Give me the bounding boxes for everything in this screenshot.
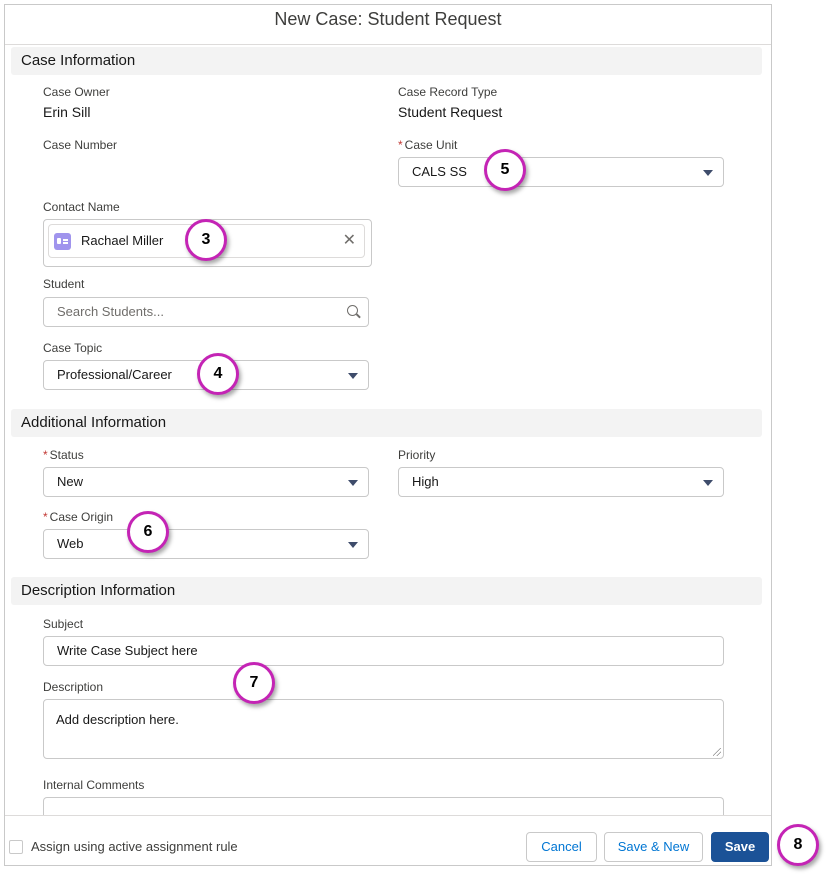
priority-select[interactable]: High bbox=[398, 467, 724, 497]
required-marker: * bbox=[43, 448, 48, 462]
status-label: * Status bbox=[43, 448, 84, 462]
contact-card-icon bbox=[54, 233, 71, 250]
student-search-placeholder: Search Students... bbox=[57, 304, 164, 319]
save-new-button[interactable]: Save & New bbox=[604, 832, 703, 862]
assign-rule-label: Assign using active assignment rule bbox=[31, 839, 238, 854]
case-unit-value: CALS SS bbox=[412, 164, 467, 179]
callout-badge-6: 6 bbox=[127, 511, 169, 553]
case-origin-select[interactable]: Web bbox=[43, 529, 369, 559]
required-marker: * bbox=[43, 510, 48, 524]
status-value: New bbox=[57, 474, 84, 489]
modal-title: New Case: Student Request bbox=[5, 5, 771, 45]
case-origin-label-text: Case Origin bbox=[49, 510, 114, 524]
case-origin-value: Web bbox=[57, 536, 84, 551]
close-icon[interactable]: ✕ bbox=[343, 225, 356, 257]
chevron-down-icon bbox=[348, 542, 358, 548]
student-search-input[interactable]: Search Students... bbox=[43, 297, 369, 327]
status-label-text: Status bbox=[49, 448, 84, 462]
priority-label: Priority bbox=[398, 448, 436, 462]
callout-badge-4: 4 bbox=[197, 353, 239, 395]
case-topic-value: Professional/Career bbox=[57, 367, 172, 382]
case-origin-label: * Case Origin bbox=[43, 510, 113, 524]
subject-value: Write Case Subject here bbox=[57, 643, 198, 658]
description-value: Add description here. bbox=[56, 712, 179, 727]
search-icon bbox=[347, 305, 358, 316]
case-topic-label: Case Topic bbox=[43, 341, 103, 355]
case-number-label: Case Number bbox=[43, 138, 118, 152]
priority-value: High bbox=[412, 474, 439, 489]
case-record-type-label: Case Record Type bbox=[398, 85, 498, 99]
modal-footer: Assign using active assignment rule Canc… bbox=[5, 815, 771, 865]
contact-name-label: Contact Name bbox=[43, 200, 120, 214]
section-description-information[interactable]: Description Information bbox=[11, 577, 762, 605]
required-marker: * bbox=[398, 138, 403, 152]
internal-comments-label: Internal Comments bbox=[43, 778, 145, 792]
case-unit-label-text: Case Unit bbox=[404, 138, 458, 152]
subject-label: Subject bbox=[43, 617, 84, 631]
section-additional-information[interactable]: Additional Information bbox=[11, 409, 762, 437]
callout-badge-3: 3 bbox=[185, 219, 227, 261]
callout-badge-8: 8 bbox=[777, 824, 819, 866]
chevron-down-icon bbox=[348, 373, 358, 379]
assign-rule-checkbox[interactable] bbox=[9, 840, 23, 854]
chevron-down-icon bbox=[703, 170, 713, 176]
case-unit-label: * Case Unit bbox=[398, 138, 457, 152]
case-owner-label: Case Owner bbox=[43, 85, 110, 99]
new-case-modal: New Case: Student Request Case Informati… bbox=[4, 4, 772, 866]
case-owner-value: Erin Sill bbox=[43, 104, 91, 120]
callout-badge-5: 5 bbox=[484, 149, 526, 191]
subject-input[interactable]: Write Case Subject here bbox=[43, 636, 724, 666]
case-unit-select[interactable]: CALS SS bbox=[398, 157, 724, 187]
description-label: Description bbox=[43, 680, 104, 694]
chevron-down-icon bbox=[348, 480, 358, 486]
case-record-type-value: Student Request bbox=[398, 104, 503, 120]
cancel-button[interactable]: Cancel bbox=[526, 832, 597, 862]
resize-handle-icon[interactable] bbox=[713, 748, 721, 756]
status-select[interactable]: New bbox=[43, 467, 369, 497]
contact-name-value: Rachael Miller bbox=[81, 233, 164, 248]
section-case-information[interactable]: Case Information bbox=[11, 47, 762, 75]
save-button[interactable]: Save bbox=[711, 832, 769, 862]
chevron-down-icon bbox=[703, 480, 713, 486]
student-label: Student bbox=[43, 277, 85, 291]
description-textarea[interactable]: Add description here. bbox=[43, 699, 724, 759]
callout-badge-7: 7 bbox=[233, 662, 275, 704]
